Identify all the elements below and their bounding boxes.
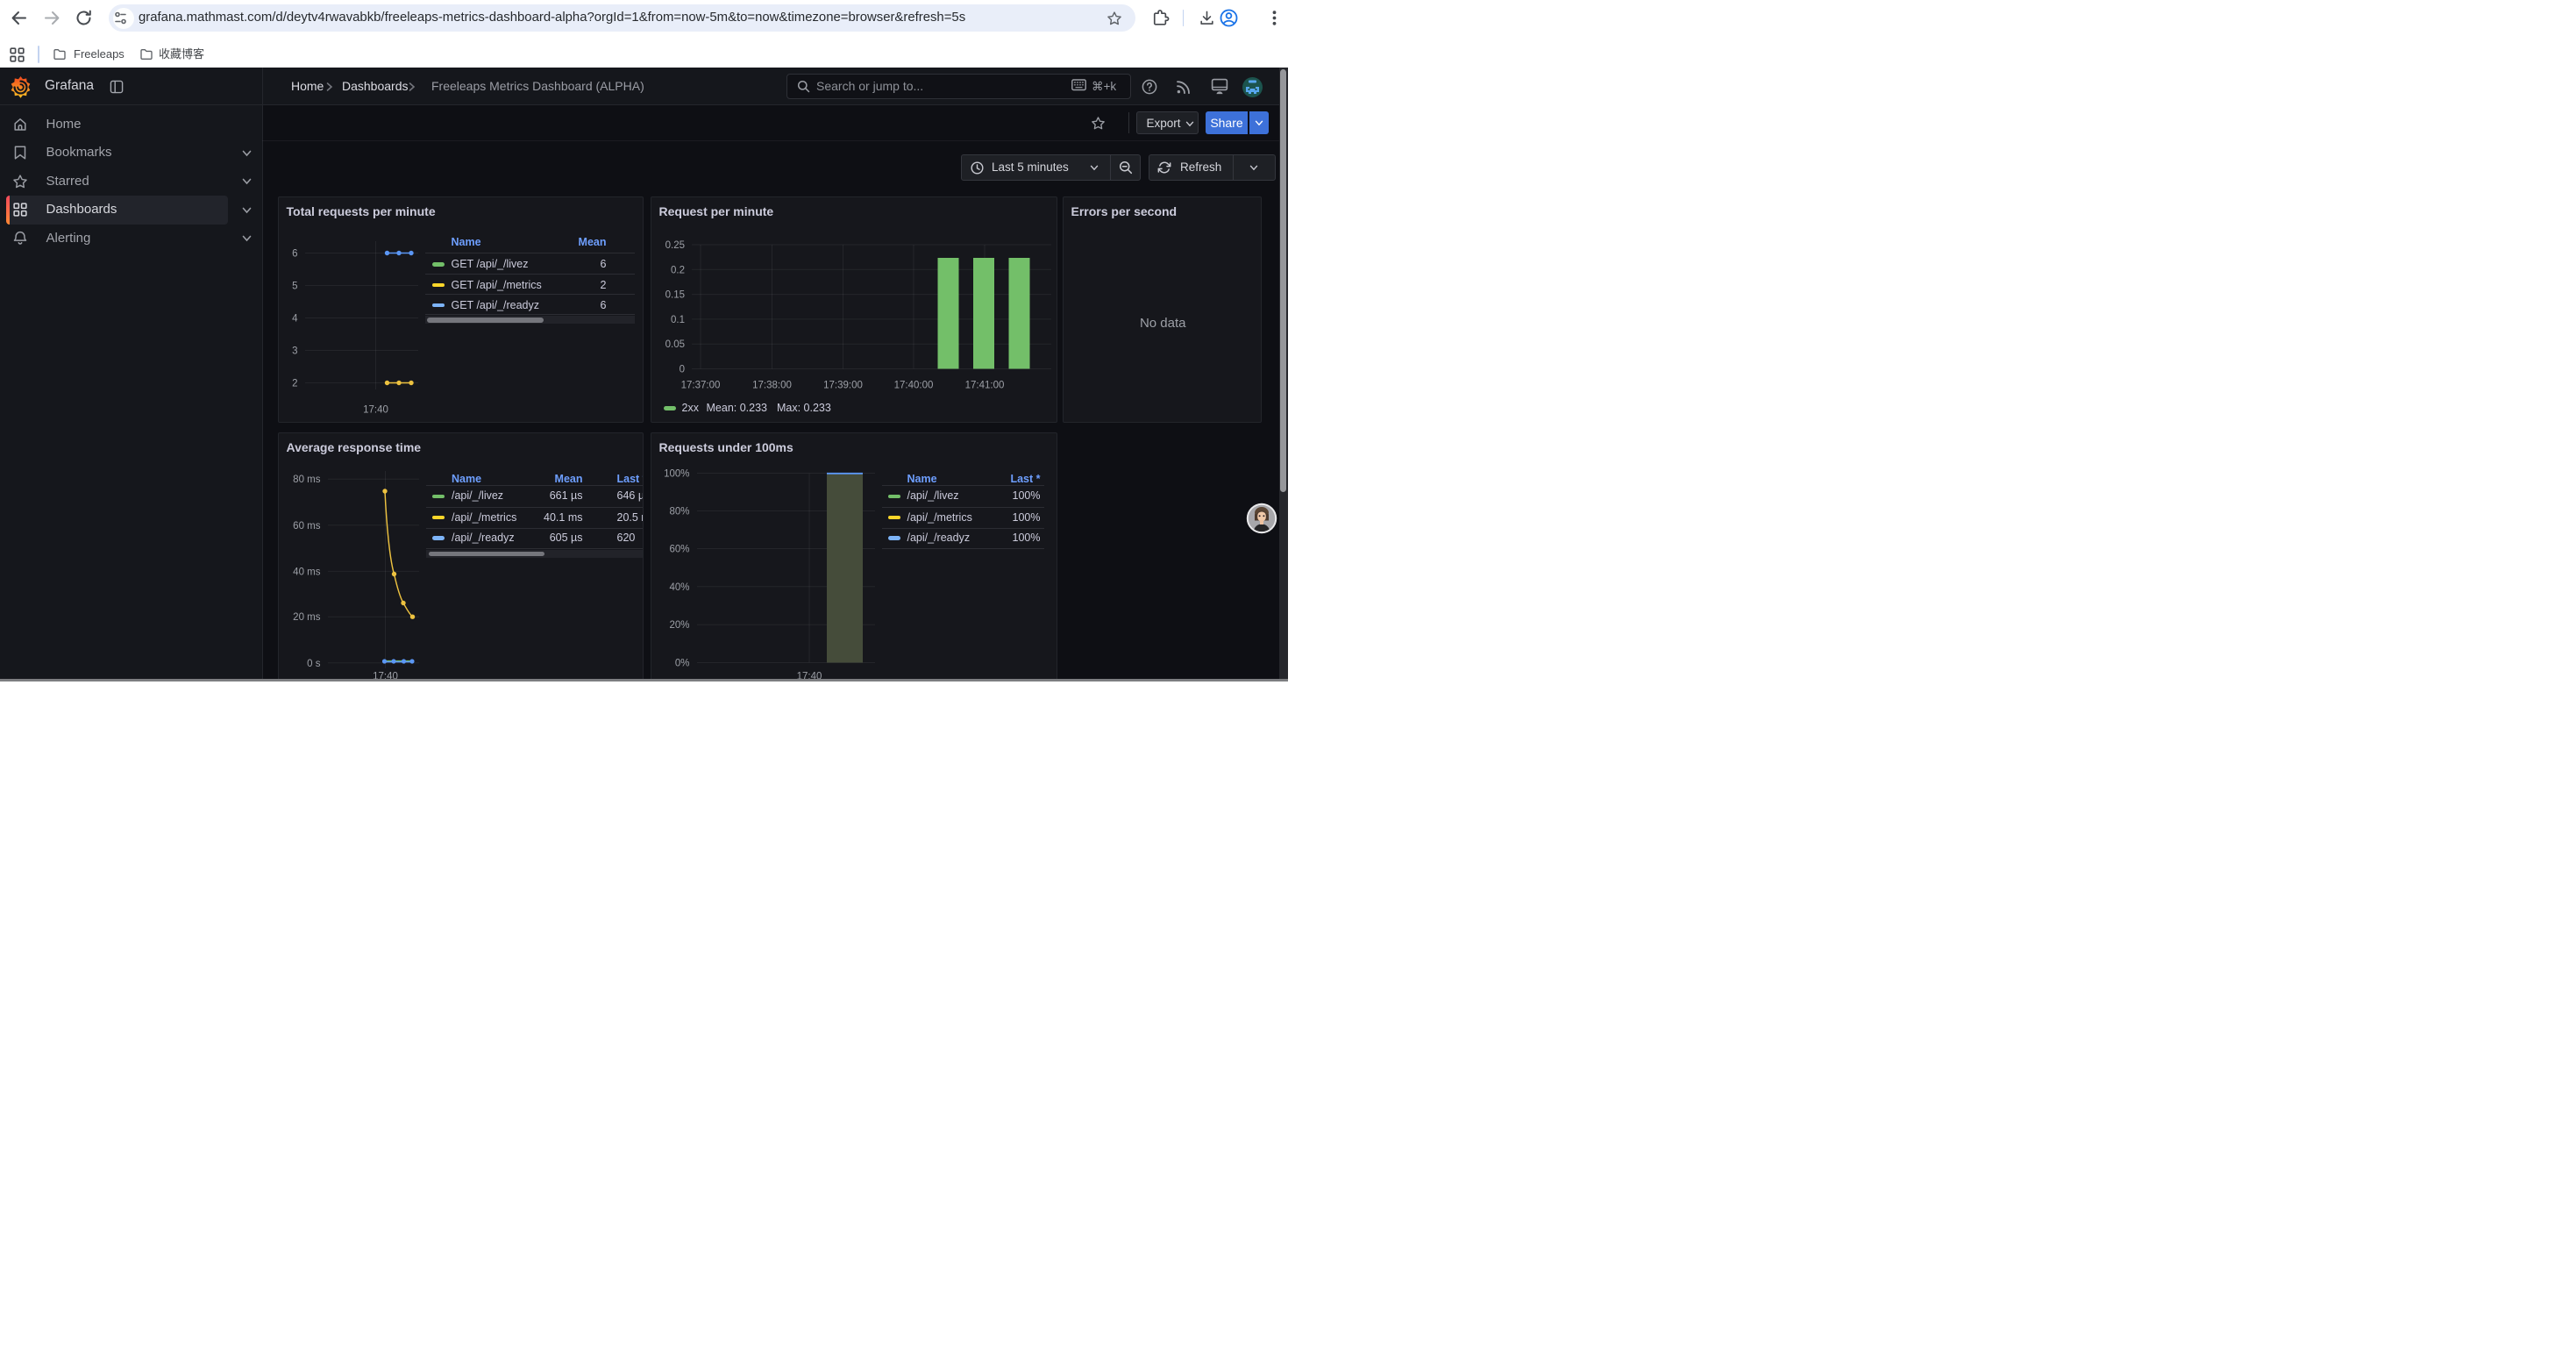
svg-text:0: 0 (679, 364, 684, 375)
svg-text:4: 4 (292, 313, 298, 324)
svg-text:60 ms: 60 ms (293, 520, 321, 531)
svg-text:0 s: 0 s (307, 658, 321, 668)
svg-text:17:40:00: 17:40:00 (893, 380, 933, 390)
svg-text:0.15: 0.15 (665, 289, 684, 300)
svg-text:17:38:00: 17:38:00 (752, 380, 792, 390)
svg-text:0.1: 0.1 (671, 314, 685, 325)
svg-text:0%: 0% (674, 658, 689, 668)
svg-text:0.05: 0.05 (665, 339, 684, 350)
svg-text:0.2: 0.2 (671, 265, 685, 275)
svg-text:100%: 100% (664, 468, 689, 479)
svg-text:2: 2 (292, 378, 297, 389)
svg-text:0.25: 0.25 (665, 240, 684, 251)
svg-text:17:41:00: 17:41:00 (964, 380, 1004, 390)
svg-text:5: 5 (292, 281, 297, 291)
svg-text:80%: 80% (669, 506, 689, 517)
svg-text:17:37:00: 17:37:00 (680, 380, 720, 390)
svg-text:17:39:00: 17:39:00 (823, 380, 863, 390)
svg-text:20%: 20% (669, 620, 689, 631)
svg-text:6: 6 (292, 248, 297, 259)
svg-text:40%: 40% (669, 582, 689, 592)
svg-text:3: 3 (292, 346, 297, 356)
svg-text:40 ms: 40 ms (293, 567, 321, 577)
svg-text:17:40: 17:40 (363, 404, 388, 415)
svg-text:80 ms: 80 ms (293, 475, 321, 485)
svg-text:60%: 60% (669, 544, 689, 554)
svg-text:20 ms: 20 ms (293, 612, 321, 623)
